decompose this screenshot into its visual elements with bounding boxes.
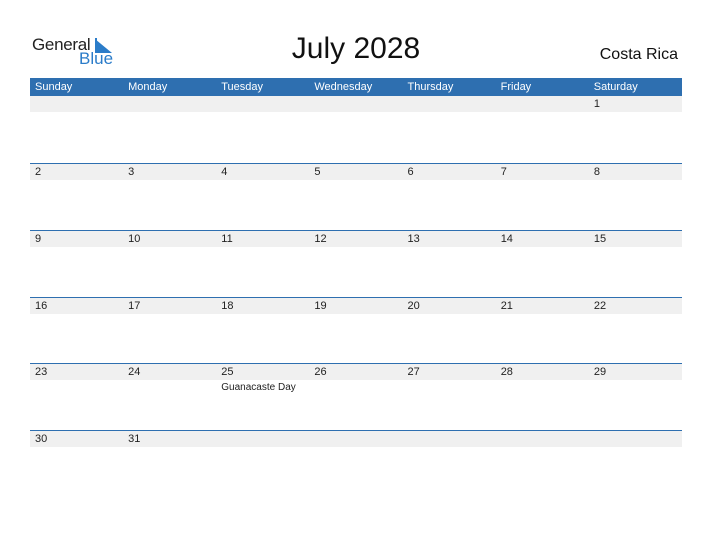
day-cell: 5 [309,164,402,231]
day-cell: 27 [403,364,496,431]
day-number: 14 [500,233,513,245]
day-cell: 29 [589,364,682,431]
weekday-saturday: Saturday [593,81,638,93]
day-cell: 18 [216,298,309,365]
day-number: 31 [128,433,141,445]
day-cell: 8 [589,164,682,231]
day-cell [589,431,682,498]
day-number: 23 [35,366,48,378]
day-cell: 3 [123,164,216,231]
week-row: 9 10 11 12 13 14 15 [30,230,682,298]
day-number: 15 [593,233,607,245]
day-number: 19 [314,300,327,312]
weekday-sunday: Sunday [35,81,73,93]
day-cell: 6 [403,164,496,231]
day-number: 18 [221,300,234,312]
day-cell: 23 [30,364,123,431]
day-number: 26 [314,366,327,378]
weekday-monday: Monday [128,81,168,93]
day-cell: 17 [123,298,216,365]
day-cell [496,431,589,498]
day-cell: 9 [30,231,123,298]
day-number: 5 [314,166,321,178]
day-cell: 19 [309,298,402,365]
day-number: 20 [407,300,420,312]
day-number: 4 [221,166,228,178]
day-cell: 30 [30,431,123,498]
day-cell: 22 [589,298,682,365]
weekday-header: Sunday Monday Tuesday Wednesday Thursday… [30,78,682,96]
day-cell: 15 [589,231,682,298]
day-cell: 21 [496,298,589,365]
day-cell: 1 [589,96,682,163]
day-number: 7 [500,166,507,178]
week-row: 30 31 [30,430,682,498]
day-cell [403,431,496,498]
day-number: 30 [35,433,48,445]
week-row: 16 17 18 19 20 21 22 [30,297,682,365]
day-number: 11 [221,233,233,245]
weekday-friday: Friday [500,81,532,93]
day-cell [403,96,496,163]
holiday-label: Guanacaste Day [221,382,296,393]
day-number: 3 [128,166,135,178]
day-number: 27 [407,366,420,378]
weekday-thursday: Thursday [407,81,454,93]
day-cell: 4 [216,164,309,231]
day-cell: 20 [403,298,496,365]
day-number: 12 [314,233,327,245]
day-cell: 12 [309,231,402,298]
day-number: 16 [35,300,48,312]
day-number: 9 [35,233,42,245]
day-number: 2 [35,166,42,178]
day-number: 25 [221,366,234,378]
day-number: 10 [128,233,141,245]
day-cell [123,96,216,163]
day-cell [216,431,309,498]
day-number: 8 [593,166,600,178]
day-number: 28 [500,366,513,378]
day-number: 22 [593,300,607,312]
day-cell [496,96,589,163]
country-label: Costa Rica [599,46,678,63]
day-cell: 13 [403,231,496,298]
day-cell: 11 [216,231,309,298]
day-cell [309,431,402,498]
day-cell [309,96,402,163]
day-cell: 26 [309,364,402,431]
day-number: 21 [500,300,513,312]
week-row: 23 24 25 Guanacaste Day 26 27 28 29 [30,363,682,431]
day-cell: 7 [496,164,589,231]
day-cell: 16 [30,298,123,365]
day-number: 17 [128,300,141,312]
week-row: 1 [30,96,682,163]
day-number: 29 [593,366,607,378]
day-number: 1 [593,98,600,110]
day-number: 6 [407,166,414,178]
day-cell [30,96,123,163]
day-cell: 31 [123,431,216,498]
week-row: 2 3 4 5 6 7 8 [30,163,682,231]
weekday-wednesday: Wednesday [314,81,373,93]
weekday-tuesday: Tuesday [221,81,264,93]
day-cell: 2 [30,164,123,231]
day-cell: 25 Guanacaste Day [216,364,309,431]
day-cell [216,96,309,163]
day-cell: 28 [496,364,589,431]
day-cell: 10 [123,231,216,298]
day-cell: 14 [496,231,589,298]
day-number: 24 [128,366,141,378]
day-cell: 24 [123,364,216,431]
day-number: 13 [407,233,420,245]
